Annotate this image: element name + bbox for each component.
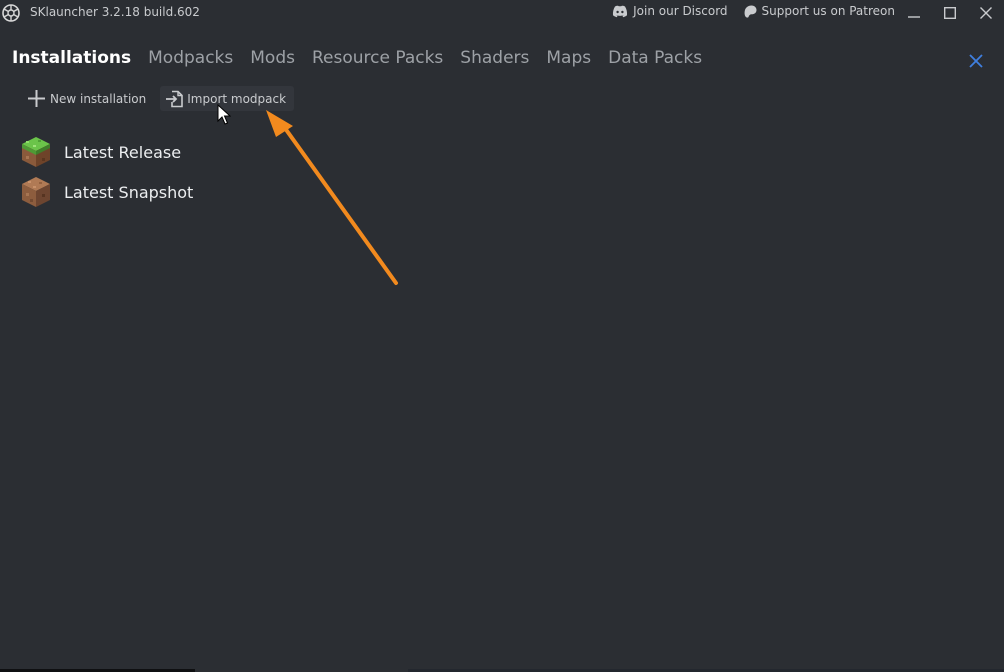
- installations-toolbar: New installation Import modpack: [22, 86, 295, 111]
- maximize-icon: [944, 7, 956, 19]
- discord-link-label: Join our Discord: [633, 4, 728, 18]
- close-window-button[interactable]: [968, 0, 1004, 26]
- category-tabs: Installations Modpacks Mods Resource Pac…: [12, 48, 702, 68]
- discord-icon: [613, 5, 628, 17]
- maximize-button[interactable]: [932, 0, 968, 26]
- patreon-icon: [744, 5, 757, 18]
- dirt-block-icon: [22, 177, 50, 207]
- tab-installations[interactable]: Installations: [12, 48, 131, 68]
- patreon-link[interactable]: Support us on Patreon: [744, 4, 895, 18]
- minimize-icon: [908, 16, 920, 18]
- installation-label: Latest Release: [64, 142, 182, 162]
- close-panel-icon[interactable]: [967, 52, 985, 70]
- tab-resource-packs[interactable]: Resource Packs: [312, 48, 443, 68]
- mouse-cursor-icon: [217, 104, 231, 125]
- tab-maps[interactable]: Maps: [546, 48, 591, 68]
- patreon-link-label: Support us on Patreon: [761, 4, 895, 18]
- tab-modpacks[interactable]: Modpacks: [148, 48, 233, 68]
- installation-label: Latest Snapshot: [64, 182, 194, 202]
- sklauncher-logo-icon: [2, 4, 20, 22]
- discord-link[interactable]: Join our Discord: [612, 4, 728, 18]
- installation-latest-snapshot[interactable]: Latest Snapshot: [20, 168, 193, 216]
- import-modpack-label: Import modpack: [187, 91, 287, 106]
- plus-icon: [28, 90, 45, 107]
- window-title: SKlauncher 3.2.18 build.602: [30, 5, 200, 19]
- tab-shaders[interactable]: Shaders: [460, 48, 529, 68]
- grass-block-icon: [22, 137, 50, 167]
- title-bar: SKlauncher 3.2.18 build.602 Join our Dis…: [0, 0, 1004, 26]
- tab-mods[interactable]: Mods: [250, 48, 295, 68]
- installations-list: Latest Release Latest Snapshot: [20, 128, 193, 216]
- window-controls: [896, 0, 1004, 26]
- tab-data-packs[interactable]: Data Packs: [608, 48, 702, 68]
- close-icon: [980, 7, 992, 19]
- new-installation-button[interactable]: New installation: [22, 86, 154, 111]
- minimize-button[interactable]: [896, 0, 932, 26]
- new-installation-label: New installation: [50, 91, 147, 106]
- import-icon: [166, 90, 184, 107]
- top-links: Join our Discord Support us on Patreon: [612, 4, 895, 18]
